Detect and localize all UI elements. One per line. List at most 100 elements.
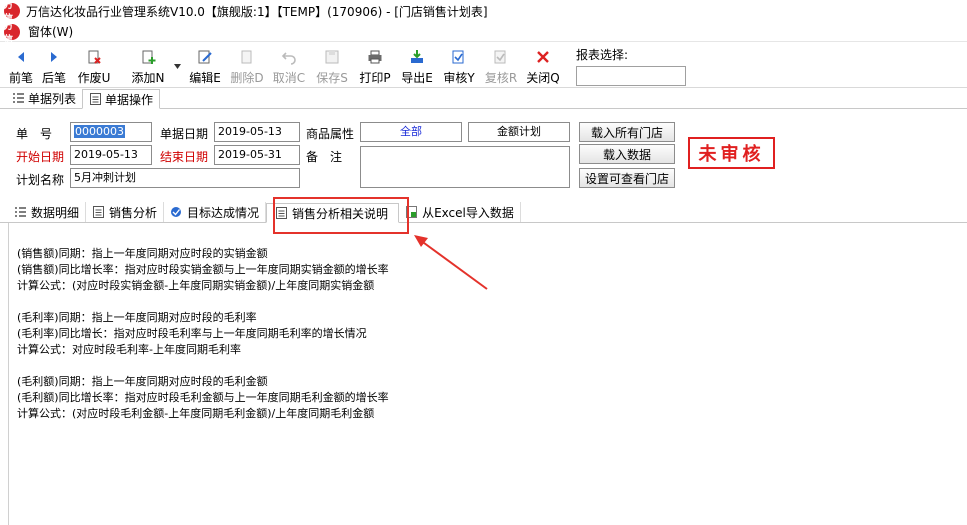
close-button[interactable]: 关闭Q: [522, 44, 564, 88]
load-all-stores-button[interactable]: 载入所有门店: [579, 122, 675, 142]
document-icon: [89, 93, 101, 105]
edit-button[interactable]: 编辑E: [184, 44, 226, 88]
report-select-input[interactable]: [576, 66, 686, 86]
review-button-label: 复核R: [484, 71, 518, 85]
void-button[interactable]: 作废U: [72, 44, 116, 88]
tab-sales-analysis-label: 销售分析: [109, 205, 158, 220]
edit-button-label: 编辑E: [189, 71, 221, 85]
note-line: 计算公式：(对应时段毛利金额-上年度同期毛利金额)/上年度同期毛利金额: [17, 407, 375, 420]
tab-import-excel-label: 从Excel导入数据: [422, 205, 514, 220]
end-date-label: 结束日期: [160, 150, 209, 164]
edit-icon: [196, 48, 214, 66]
undo-icon: [280, 48, 298, 66]
product-attr-select[interactable]: 全部: [360, 122, 462, 142]
plan-name-input[interactable]: 5月冲刺计划: [70, 168, 300, 188]
note-line: 计算公式：(对应时段实销金额-上年度同期实销金额)/上年度同期实销金额: [17, 279, 375, 292]
approve-icon: [450, 48, 468, 66]
note-line: (销售额)同期：指上一年度同期对应时段的实销金额: [17, 247, 268, 260]
add-button-label: 添加N: [131, 71, 165, 85]
doc-no-input[interactable]: 0000003: [70, 122, 152, 142]
note-line: 计算公式：对应时段毛利率-上年度同期毛利率: [17, 343, 241, 356]
tab-target-achievement[interactable]: 目标达成情况: [164, 202, 267, 222]
tab-doc-list[interactable]: 单据列表: [6, 88, 82, 108]
remark-label: 备 注: [306, 150, 343, 164]
menu-bar: 万信 窗体(W): [0, 22, 967, 45]
print-button-label: 打印P: [359, 71, 391, 85]
tab-doc-operation-label: 单据操作: [105, 92, 154, 107]
report-select-label: 报表选择:: [576, 48, 629, 62]
tab-doc-list-label: 单据列表: [28, 91, 77, 106]
export-button-label: 导出E: [401, 71, 433, 85]
save-icon: [323, 48, 341, 66]
add-dropdown-arrow[interactable]: [172, 44, 182, 88]
start-date-label: 开始日期: [16, 150, 65, 164]
remark-textarea[interactable]: [360, 146, 570, 188]
next-button-label: 后笔: [41, 71, 66, 85]
approve-button[interactable]: 审核Y: [438, 44, 480, 88]
report-select: 报表选择:: [576, 44, 686, 86]
plan-name-label: 计划名称: [16, 173, 65, 187]
tab-data-detail-label: 数据明细: [31, 205, 80, 220]
status-stamp: 未审核: [688, 137, 775, 169]
save-button-label: 保存S: [316, 71, 348, 85]
printer-icon: [366, 48, 384, 66]
arrow-left-icon: [12, 48, 30, 66]
export-icon: [408, 48, 426, 66]
save-button[interactable]: 保存S: [310, 44, 354, 88]
document-icon: [92, 206, 104, 218]
tab-data-detail[interactable]: 数据明细: [8, 202, 87, 222]
delete-doc-icon: [238, 48, 256, 66]
note-line: (毛利额)同比增长率：指对应时段毛利金额与上一年度同期毛利金额的增长率: [17, 391, 389, 404]
prev-button[interactable]: 前笔: [6, 44, 36, 88]
target-icon: [170, 206, 182, 218]
review-button[interactable]: 复核R: [480, 44, 522, 88]
chevron-down-icon: [173, 58, 181, 72]
doc-no-value: 0000003: [74, 125, 125, 138]
load-data-button[interactable]: 载入数据: [579, 144, 675, 164]
cancel-button[interactable]: 取消C: [268, 44, 310, 88]
window-title: 万信达化妆品行业管理系统V10.0【旗舰版:1】【TEMP】(170906) -…: [26, 4, 488, 19]
title-bar: 万信 万信达化妆品行业管理系统V10.0【旗舰版:1】【TEMP】(170906…: [0, 0, 967, 24]
note-line: (销售额)同比增长率：指对应时段实销金额与上一年度同期实销金额的增长率: [17, 263, 389, 276]
cancel-button-label: 取消C: [272, 71, 306, 85]
list-icon: [14, 206, 26, 218]
add-button[interactable]: 添加N: [124, 44, 172, 88]
close-button-label: 关闭Q: [526, 71, 560, 85]
start-date-input[interactable]: 2019-05-13: [70, 145, 152, 165]
note-line: (毛利率)同比增长：指对应时段毛利率与上一年度同期毛利率的增长情况: [17, 327, 367, 340]
doc-date-label: 单据日期: [160, 127, 209, 141]
end-date-input[interactable]: 2019-05-31: [214, 145, 300, 165]
tab-target-achievement-label: 目标达成情况: [187, 205, 260, 220]
add-doc-icon: [139, 48, 157, 66]
next-button[interactable]: 后笔: [36, 44, 72, 88]
notes-panel: (销售额)同期：指上一年度同期对应时段的实销金额 (销售额)同比增长率：指对应时…: [8, 223, 967, 525]
approve-button-label: 审核Y: [443, 71, 475, 85]
void-doc-icon: [85, 48, 103, 66]
delete-button[interactable]: 删除D: [226, 44, 268, 88]
doc-tabs: 单据列表 单据操作: [0, 89, 967, 109]
menu-logo-icon: 万信: [4, 22, 20, 45]
doc-date-input[interactable]: 2019-05-13: [214, 122, 300, 142]
tab-sales-analysis[interactable]: 销售分析: [86, 202, 165, 222]
tab-doc-operation[interactable]: 单据操作: [82, 89, 161, 109]
product-attr-label: 商品属性: [306, 127, 355, 141]
prev-button-label: 前笔: [8, 71, 33, 85]
doc-no-label: 单 号: [16, 127, 53, 141]
delete-button-label: 删除D: [230, 71, 264, 85]
toolbar: 前笔 后笔 作废U 添加N 编辑E 删除D 取消C 保存S 打印P 导出E 审核…: [0, 44, 967, 88]
note-line: (毛利额)同期：指上一年度同期对应时段的毛利金额: [17, 375, 268, 388]
arrow-right-icon: [45, 48, 63, 66]
app-logo-icon: 万信: [4, 1, 20, 24]
amount-plan-select[interactable]: 金额计划: [468, 122, 570, 142]
void-button-label: 作废U: [77, 71, 111, 85]
list-icon: [12, 92, 24, 104]
close-x-icon: [534, 48, 552, 66]
review-icon: [492, 48, 510, 66]
export-button[interactable]: 导出E: [396, 44, 438, 88]
header-form: 单 号 0000003 单据日期 2019-05-13 商品属性 全部 金额计划…: [0, 110, 967, 202]
tab-import-excel[interactable]: 从Excel导入数据: [399, 202, 521, 222]
note-line: (毛利率)同期：指上一年度同期对应时段的毛利率: [17, 311, 257, 324]
print-button[interactable]: 打印P: [354, 44, 396, 88]
set-visible-stores-button[interactable]: 设置可查看门店: [579, 168, 675, 188]
menu-window[interactable]: 窗体(W): [28, 23, 73, 40]
